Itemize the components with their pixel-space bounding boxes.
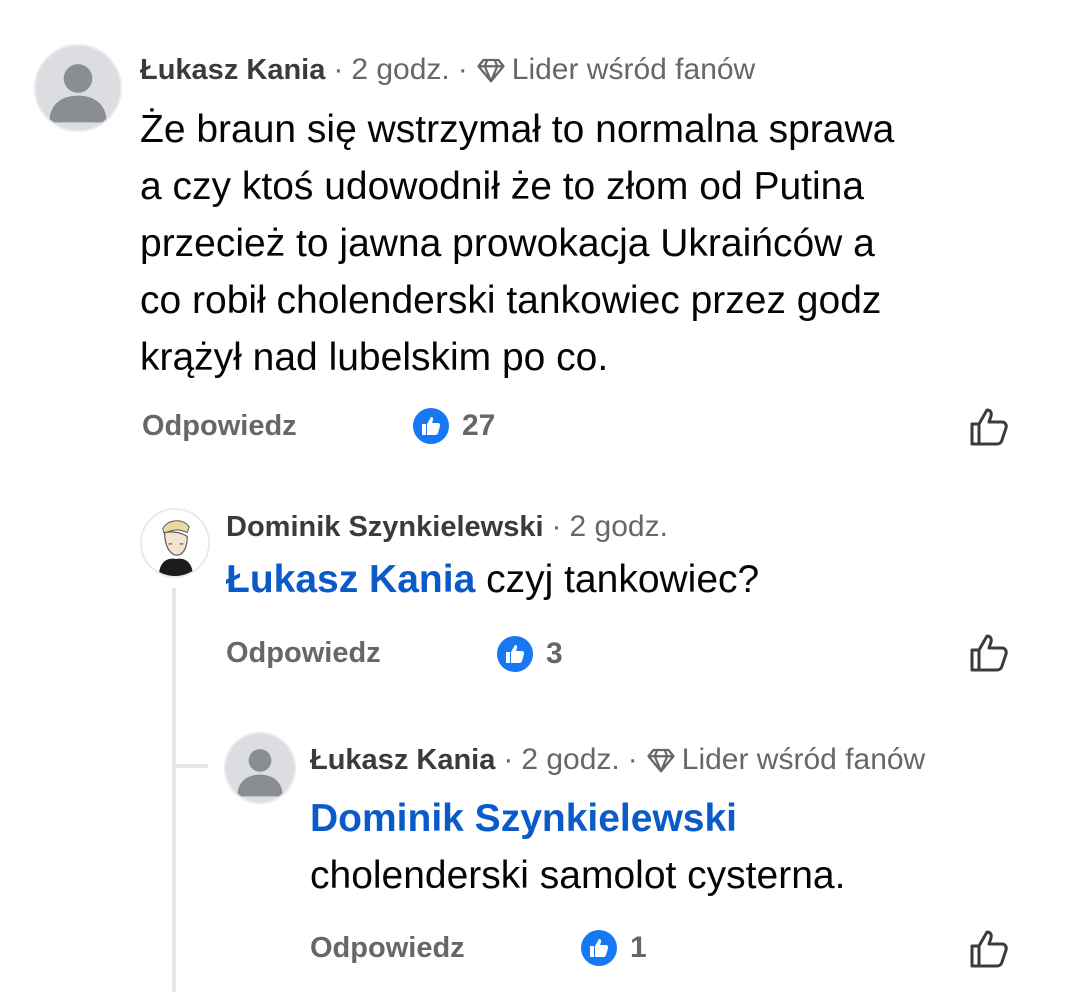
comment-text-content: cholenderski samolot cysterna.	[310, 854, 846, 897]
fan-badge: Lider wśród fanów	[681, 743, 926, 776]
profile-photo-icon	[142, 510, 208, 576]
like-button[interactable]	[966, 926, 1012, 972]
comment-meta: Łukasz Kania · 2 godz. · Lider wśród fan…	[140, 52, 755, 88]
comment-text-line: Że braun się wstrzymał to normalna spraw…	[140, 108, 895, 151]
separator: ·	[333, 53, 344, 86]
reply-button[interactable]: Odpowiedz	[310, 932, 465, 965]
author-name[interactable]: Dominik Szynkielewski	[226, 511, 544, 544]
like-reaction-icon	[494, 633, 536, 675]
thumbs-up-icon	[970, 930, 1008, 968]
comment-text-content: czyj tankowiec?	[475, 558, 760, 601]
like-reaction-icon	[578, 927, 620, 969]
author-name[interactable]: Łukasz Kania	[310, 744, 495, 777]
reaction-summary[interactable]: 1	[578, 927, 647, 969]
timestamp[interactable]: 2 godz.	[521, 743, 619, 777]
thumbs-up-icon	[970, 634, 1008, 672]
diamond-icon	[476, 55, 506, 85]
avatar[interactable]	[140, 508, 210, 578]
like-button[interactable]	[966, 630, 1012, 676]
separator: ·	[503, 743, 514, 776]
default-avatar-icon	[226, 734, 294, 802]
mention-link[interactable]: Łukasz Kania	[226, 558, 475, 601]
comment-text-line: krążył nad lubelskim po co.	[140, 336, 609, 379]
avatar[interactable]	[34, 44, 122, 132]
comment-text: Łukasz Kania czyj tankowiec?	[226, 551, 759, 608]
diamond-icon	[646, 745, 676, 775]
reaction-summary[interactable]: 27	[410, 405, 495, 447]
mention-link[interactable]: Dominik Szynkielewski	[310, 790, 845, 847]
separator: ·	[457, 53, 468, 86]
avatar[interactable]	[224, 732, 296, 804]
default-avatar-icon	[36, 46, 120, 130]
fan-badge: Lider wśród fanów	[511, 53, 756, 86]
comment-text-line: przecież to jawna prowokacja Ukraińców a	[140, 222, 875, 265]
like-button[interactable]	[966, 404, 1012, 450]
comment-text-line: co robił cholenderski tankowiec przez go…	[140, 279, 882, 322]
comment-text: Że braun się wstrzymał to normalna spraw…	[140, 101, 894, 386]
comment-text: Dominik Szynkielewski cholenderski samol…	[310, 790, 845, 904]
thumbs-up-icon	[970, 408, 1008, 446]
separator: ·	[627, 743, 638, 776]
reply-button[interactable]: Odpowiedz	[226, 637, 381, 670]
reaction-summary[interactable]: 3	[494, 633, 563, 675]
comment-meta: Łukasz Kania · 2 godz. · Lider wśród fan…	[310, 742, 925, 778]
thread-line-branch	[172, 764, 208, 768]
timestamp[interactable]: 2 godz.	[351, 53, 449, 87]
timestamp[interactable]: 2 godz.	[570, 510, 668, 544]
author-name[interactable]: Łukasz Kania	[140, 54, 325, 87]
thread-line-vertical	[172, 588, 176, 992]
like-reaction-icon	[410, 405, 452, 447]
separator: ·	[551, 510, 562, 543]
like-count: 27	[462, 409, 496, 442]
comment-meta: Dominik Szynkielewski · 2 godz.	[226, 509, 668, 545]
comment-text-line: a czy ktoś udowodnił że to złom od Putin…	[140, 165, 865, 208]
like-count: 1	[630, 931, 647, 964]
like-count: 3	[546, 637, 563, 670]
reply-button[interactable]: Odpowiedz	[142, 410, 297, 443]
